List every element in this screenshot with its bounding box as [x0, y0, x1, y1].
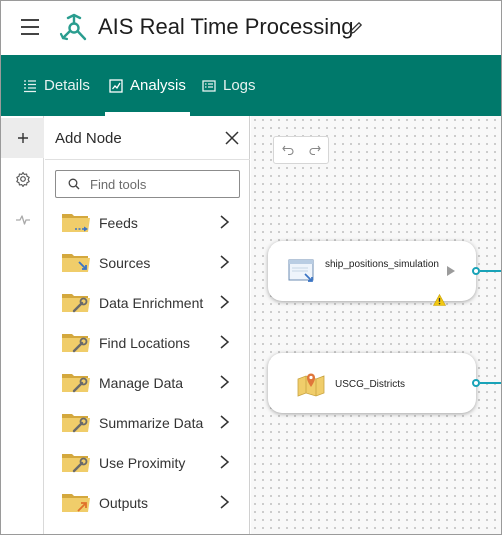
- folder-icon: [62, 294, 90, 313]
- rail-settings-button[interactable]: [1, 159, 44, 199]
- folder-icon: [62, 254, 90, 272]
- logs-icon: [202, 79, 216, 92]
- left-rail: [1, 116, 44, 534]
- tab-logs-label: Logs: [223, 77, 256, 94]
- redo-button[interactable]: [301, 137, 329, 163]
- node-category-label: Use Proximity: [99, 455, 186, 471]
- chevron-right-icon: [220, 215, 230, 229]
- undo-icon: [282, 145, 294, 155]
- chevron-right-icon: [220, 455, 230, 469]
- chevron-right-icon: [220, 415, 230, 429]
- analysis-icon: [109, 78, 123, 93]
- play-icon[interactable]: [446, 265, 456, 277]
- node-category-summarize-data[interactable]: Summarize Data: [45, 403, 250, 443]
- feed-source-icon: [288, 259, 314, 282]
- chevron-right-icon: [220, 375, 230, 389]
- page-title: AIS Real Time Processing: [98, 14, 354, 39]
- details-icon: [24, 79, 36, 92]
- analysis-canvas[interactable]: ship_positions_simulation USCG_Districts: [251, 116, 501, 534]
- map-pin-icon: [297, 373, 325, 397]
- folder-icon: [62, 374, 90, 393]
- rail-add-node-button[interactable]: [1, 118, 44, 158]
- edit-pencil-icon[interactable]: [348, 20, 364, 36]
- tab-details-label: Details: [44, 77, 90, 94]
- node-card-ship-positions[interactable]: ship_positions_simulation: [268, 241, 476, 306]
- node-card-label: ship_positions_simulation: [325, 259, 439, 270]
- nav-bar: Details Analysis Logs: [1, 55, 501, 116]
- node-category-list: Feeds Sources Data Enrichment Find Locat…: [45, 203, 250, 523]
- velocity-logo-icon: [59, 13, 87, 41]
- node-category-data-enrichment[interactable]: Data Enrichment: [45, 283, 250, 323]
- node-category-label: Sources: [99, 255, 151, 271]
- chevron-right-icon: [220, 295, 230, 309]
- node-category-sources[interactable]: Sources: [45, 243, 250, 283]
- tab-logs[interactable]: Logs: [202, 55, 256, 116]
- tab-analysis[interactable]: Analysis: [105, 55, 190, 116]
- tab-analysis-label: Analysis: [130, 77, 186, 94]
- node-category-label: Summarize Data: [99, 415, 204, 431]
- panel-title: Add Node: [55, 130, 122, 147]
- node-category-use-proximity[interactable]: Use Proximity: [45, 443, 250, 483]
- search-icon: [68, 178, 80, 190]
- redo-icon: [309, 145, 321, 155]
- node-card-label: USCG_Districts: [335, 379, 406, 390]
- add-node-icon: [17, 133, 28, 143]
- menu-icon[interactable]: [21, 19, 39, 35]
- chevron-right-icon: [220, 255, 230, 269]
- node-category-outputs[interactable]: Outputs: [45, 483, 250, 523]
- folder-icon: [62, 214, 90, 232]
- settings-icon: [15, 171, 30, 187]
- node-card-uscg-districts[interactable]: USCG_Districts: [268, 353, 476, 413]
- close-icon[interactable]: [224, 130, 240, 146]
- search-box: [55, 170, 240, 198]
- app-header: AIS Real Time Processing: [1, 1, 501, 55]
- node-category-label: Find Locations: [99, 335, 191, 351]
- app-window: AIS Real Time Processing Details Analysi…: [0, 0, 502, 535]
- folder-icon: [62, 494, 90, 512]
- chevron-right-icon: [220, 335, 230, 349]
- panel-header: Add Node: [45, 116, 250, 160]
- add-node-panel: Add Node Feeds: [45, 116, 250, 534]
- node-category-feeds[interactable]: Feeds: [45, 203, 250, 243]
- node-category-find-locations[interactable]: Find Locations: [45, 323, 250, 363]
- output-port[interactable]: [472, 267, 480, 275]
- tab-details[interactable]: Details: [23, 55, 90, 116]
- undo-button[interactable]: [274, 137, 302, 163]
- rail-activity-button[interactable]: [1, 200, 44, 240]
- folder-icon: [62, 414, 90, 433]
- undo-redo-group: [273, 136, 329, 164]
- activity-icon: [15, 215, 30, 225]
- connector-line: [480, 382, 501, 384]
- output-port[interactable]: [472, 379, 480, 387]
- search-input[interactable]: [90, 174, 235, 194]
- chevron-right-icon: [220, 495, 230, 509]
- node-category-label: Manage Data: [99, 375, 184, 391]
- node-category-label: Data Enrichment: [99, 295, 204, 311]
- connector-line: [480, 270, 501, 272]
- folder-icon: [62, 454, 90, 473]
- warning-icon[interactable]: [433, 294, 446, 306]
- folder-icon: [62, 334, 90, 353]
- node-category-label: Outputs: [99, 495, 149, 511]
- node-category-manage-data[interactable]: Manage Data: [45, 363, 250, 403]
- node-category-label: Feeds: [99, 215, 138, 231]
